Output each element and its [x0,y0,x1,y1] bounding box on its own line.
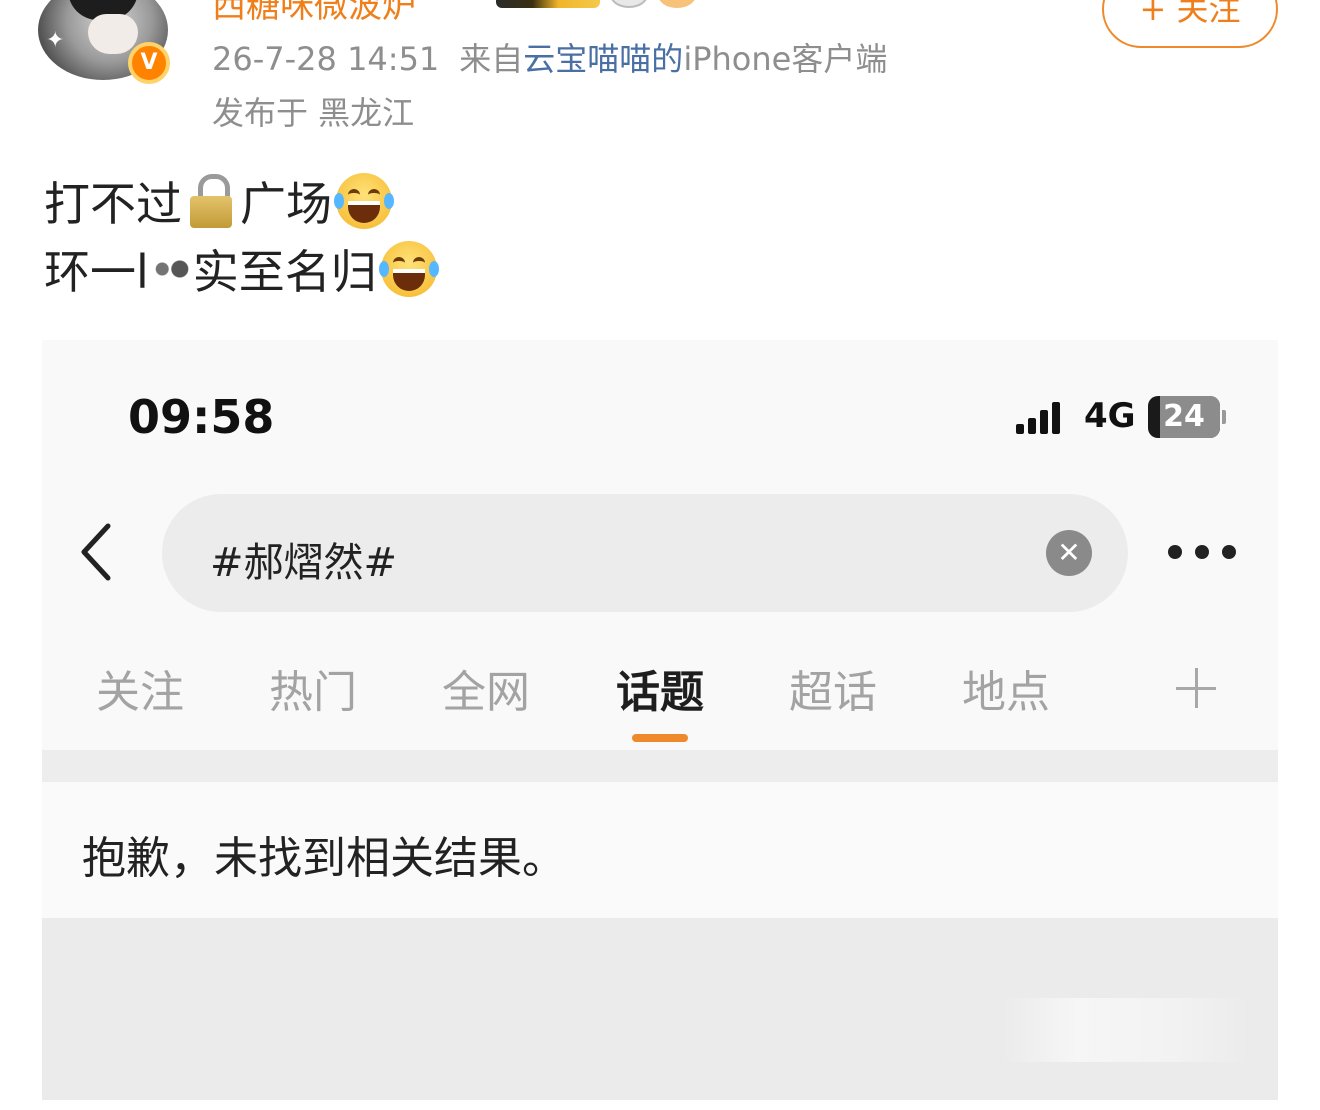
post-text-line-1: 打不过 广场 [44,168,394,234]
post-text-segment: 打不过 [44,177,182,231]
laughing-tears-emoji-icon [378,241,439,297]
laughing-tears-emoji-icon [334,173,394,229]
network-type: 4G [1084,396,1136,436]
more-options-icon[interactable] [1168,540,1236,564]
signal-strength-icon [1016,400,1060,434]
sparkle-icon: ✦ [46,28,65,53]
tab-topic[interactable]: 话题 [616,656,704,720]
post-text-segment: 环一l [44,245,149,299]
post-location: 发布于 黑龙江 [212,94,415,132]
battery-level: 24 [1163,399,1205,434]
empty-area [42,918,1278,1100]
watermark [1002,998,1252,1062]
follow-button[interactable]: + 关注 [1102,0,1278,48]
post-meta: 26-7-28 14:51 来自云宝喵喵的iPhone客户端 [212,34,887,80]
lock-icon [188,174,234,228]
back-arrow-icon[interactable] [76,522,116,582]
tab-follow[interactable]: 关注 [96,656,184,720]
source-prefix: 来自 [459,40,524,78]
post-text-segment: 实至名归 [192,245,377,299]
censored-text-mark [148,254,193,284]
post-text-segment: 广场 [240,177,332,231]
status-bar-time: 09:58 [128,390,275,444]
source-link[interactable]: 云宝喵喵的 [523,40,683,78]
search-input[interactable]: #郝熠然# ✕ [162,494,1128,612]
add-tab-icon[interactable] [1176,668,1216,708]
username[interactable]: 西糖咪微波炉 [212,0,416,27]
clear-search-icon[interactable]: ✕ [1046,530,1092,576]
level-badge-icon [610,0,648,8]
section-divider [42,750,1278,782]
source-device: iPhone客户端 [683,40,888,78]
battery-tip [1222,410,1226,424]
post-time: 26-7-28 14:51 [212,40,440,78]
empty-results-message: 抱歉，未找到相关结果。 [82,833,566,884]
post-text-line-2: 环一l 实至名归 [44,236,439,302]
avatar-face [88,14,138,54]
tab-super-topic[interactable]: 超话 [789,656,877,720]
tab-hot[interactable]: 热门 [269,656,357,720]
results-panel: 抱歉，未找到相关结果。 [42,782,1278,918]
search-tabs: 关注 热门 全网 话题 超话 地点 [42,656,1278,746]
search-query: #郝熠然# [210,540,398,586]
user-badges [496,0,696,8]
fan-badge-icon [658,0,696,8]
membership-badge-icon [496,0,600,8]
battery-icon: 24 [1148,396,1220,438]
verified-badge-icon: V [128,42,170,84]
attached-screenshot[interactable]: 09:58 4G 24 #郝熠然# ✕ 关注 热门 全网 话题 超话 地点 抱歉… [42,340,1278,1100]
tab-location[interactable]: 地点 [962,656,1050,720]
active-tab-indicator [632,734,688,742]
tab-all-web[interactable]: 全网 [442,656,530,720]
